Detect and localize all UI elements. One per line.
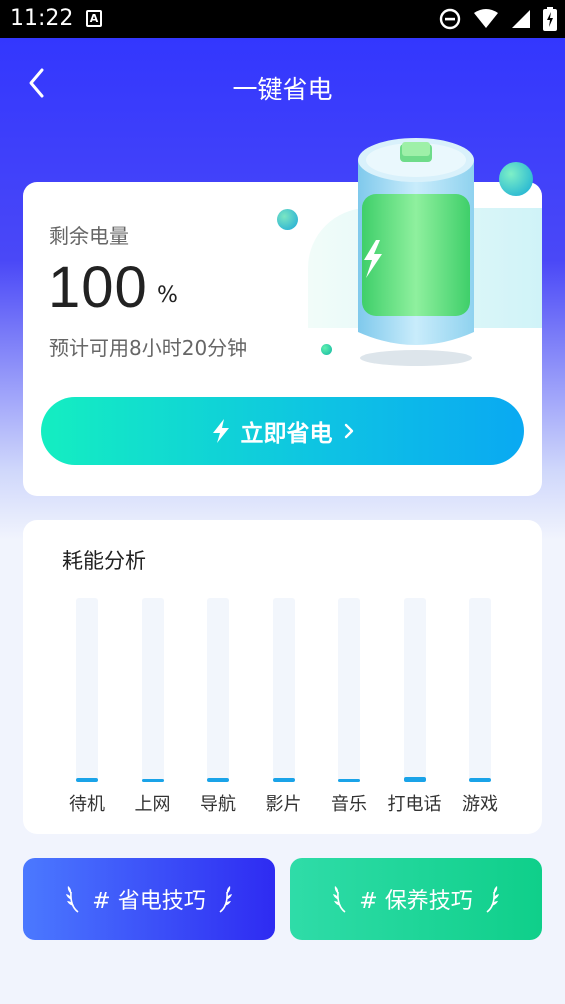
status-time: 11:22 — [10, 6, 74, 31]
status-bar: 11:22 A — [0, 0, 565, 38]
status-icons — [439, 6, 557, 32]
usage-bar-track — [403, 598, 426, 782]
power-saving-tips-button[interactable]: # 省电技巧 — [23, 858, 275, 940]
analysis-title: 耗能分析 — [62, 549, 146, 573]
usage-bar-track — [338, 598, 360, 782]
usage-bar-fill — [76, 778, 98, 782]
laurel-left-icon — [66, 886, 79, 913]
battery-status-icon — [543, 7, 557, 31]
decor-dot — [277, 209, 298, 230]
usage-bar-track — [207, 598, 229, 782]
usage-bars: 待机 上网 导航 影片 音乐 打电话 游戏 — [53, 598, 523, 815]
maintenance-tips-button[interactable]: # 保养技巧 — [290, 858, 542, 940]
usage-bar-track — [76, 598, 98, 782]
usage-bar-track — [141, 598, 164, 782]
wifi-icon — [474, 9, 498, 28]
decor-dot — [499, 162, 533, 196]
do-not-disturb-icon — [439, 8, 461, 30]
save-now-label: 立即省电 — [240, 421, 333, 447]
laurel-right-icon — [486, 886, 499, 913]
power-saving-tips-label: # 省电技巧 — [92, 889, 206, 914]
signal-icon — [512, 10, 530, 28]
usage-bar-track — [272, 598, 295, 782]
laurel-right-icon — [219, 886, 232, 913]
usage-bar-track — [469, 598, 491, 782]
save-now-button[interactable]: 立即省电 — [41, 397, 524, 465]
usage-bar-fill — [207, 778, 229, 782]
usage-bar-fill — [338, 779, 360, 782]
maintenance-tips-label: # 保养技巧 — [359, 889, 473, 914]
battery-illustration — [358, 138, 474, 366]
lightning-icon — [212, 419, 229, 443]
usage-bar-fill — [469, 778, 491, 782]
battery-label: 剩余电量 — [49, 224, 129, 248]
screen: 11:22 A 一键省电 剩余电量 100 % 预计可用8小时20分钟 立即省电… — [0, 0, 565, 1004]
usage-bar-fill — [141, 779, 164, 782]
chevron-right-icon — [344, 423, 353, 439]
decor-dot — [321, 344, 332, 355]
usage-bar-fill — [272, 778, 295, 782]
laurel-left-icon — [333, 886, 346, 913]
notification-badge: A — [86, 10, 102, 27]
battery-estimate: 预计可用8小时20分钟 — [49, 336, 248, 360]
usage-bar-fill — [403, 777, 426, 782]
battery-percentage: 100 — [48, 255, 148, 320]
usage-bar-label: 游戏 — [462, 794, 498, 815]
battery-unit: % — [157, 283, 178, 308]
page-title: 一键省电 — [232, 75, 333, 104]
energy-analysis-card: 耗能分析 待机 上网 导航 影片 音乐 打电话 游戏 — [23, 520, 542, 834]
